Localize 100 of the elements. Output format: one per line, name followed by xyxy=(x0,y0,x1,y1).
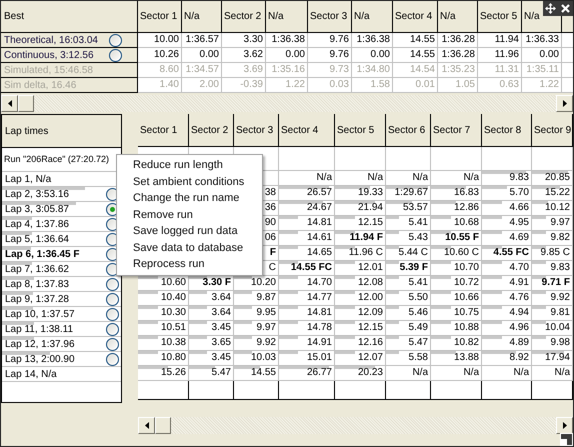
lap-label[interactable]: Lap 10, 1:37.57 xyxy=(5,306,75,322)
close-button[interactable] xyxy=(558,1,573,16)
table-cell: 14.78 xyxy=(279,321,335,336)
row-label: Sim delta, 16.46 xyxy=(4,78,76,92)
table-cell: 3.45 xyxy=(189,321,234,336)
radio-button[interactable] xyxy=(106,308,119,320)
table-cell: 1:36.38 xyxy=(266,33,308,48)
right-arrow-icon xyxy=(562,100,566,107)
table-cell: 11.96 C xyxy=(335,246,386,261)
lap-label[interactable]: Lap 1, N/a xyxy=(5,172,52,186)
lap-label[interactable]: Lap 4, 1:37.86 xyxy=(5,216,69,232)
table-cell: 4.94 xyxy=(482,306,532,321)
table-cell: 0.00 xyxy=(182,48,222,63)
lap-label[interactable]: Lap 3, 3:05.87 xyxy=(5,202,69,216)
table-cell: 1:36.33 xyxy=(522,33,562,48)
radio-button[interactable] xyxy=(106,278,119,290)
table-cell: 14.54 xyxy=(393,63,438,78)
lap-label[interactable]: Lap 9, 1:37.28 xyxy=(5,292,69,306)
scroll-left-button[interactable] xyxy=(138,417,155,434)
table-cell: 5.46 xyxy=(386,306,431,321)
scrollbar-thumb[interactable] xyxy=(18,95,34,112)
table-cell xyxy=(335,381,386,400)
lap-label[interactable]: Lap 2, 3:53.16 xyxy=(5,186,69,202)
table-cell: 3.45 xyxy=(189,351,234,366)
table-cell: 4.76 xyxy=(482,291,532,306)
table-cell: 14.91 xyxy=(279,336,335,351)
table-cell xyxy=(279,147,335,171)
table-cell: 11.94 F xyxy=(335,231,386,246)
table-cell: 12.00 xyxy=(335,291,386,306)
table-cell: 1:36.28 xyxy=(438,48,478,63)
table-cell: 4.91 xyxy=(482,276,532,291)
lap-label[interactable]: Lap 5, 1:36.64 xyxy=(5,232,69,246)
lap-label[interactable]: Lap 12, 1:37.96 xyxy=(5,336,75,352)
table-cell: 1:34.57 xyxy=(182,63,222,78)
radio-button[interactable] xyxy=(106,338,119,350)
table-cell: 0.00 xyxy=(266,48,308,63)
table-cell: 9.82 xyxy=(532,231,573,246)
move-button[interactable] xyxy=(543,1,558,16)
table-cell: 10.20 xyxy=(234,276,279,291)
radio-button[interactable] xyxy=(106,352,119,366)
close-icon xyxy=(561,4,570,13)
radio-button[interactable] xyxy=(109,48,122,62)
table-cell: 10.68 xyxy=(431,216,482,231)
lap-label[interactable]: Lap 11, 1:38.11 xyxy=(5,322,74,336)
lap-label[interactable]: Lap 8, 1:37.83 xyxy=(5,276,69,292)
table-cell: 10.51 xyxy=(138,321,189,336)
table-cell: 10.72 xyxy=(431,276,482,291)
table-cell xyxy=(335,147,386,171)
table-cell: 5.49 xyxy=(386,321,431,336)
radio-button[interactable] xyxy=(106,322,119,336)
table-cell: 17.94 xyxy=(532,351,573,366)
table-cell xyxy=(431,381,482,400)
scroll-left-button[interactable] xyxy=(1,95,18,112)
table-cell: 15.26 xyxy=(138,366,189,381)
table-cell: 9.71 F xyxy=(532,276,573,291)
table-cell: 4.95 xyxy=(482,216,532,231)
scroll-right-button[interactable] xyxy=(556,95,573,112)
table-cell: 0.00 xyxy=(522,48,562,63)
table-cell: 5.41 xyxy=(386,216,431,231)
table-cell: 10.70 xyxy=(431,261,482,276)
table-cell: 14.61 xyxy=(279,231,335,246)
table-cell: 14.55 xyxy=(393,48,438,63)
table-cell: 3.62 xyxy=(222,48,266,63)
table-cell: 9.95 xyxy=(234,306,279,321)
table-cell: 26.57 xyxy=(279,186,335,201)
table-cell: 10.88 xyxy=(431,321,482,336)
radio-button[interactable] xyxy=(109,34,122,46)
table-cell: 14.77 xyxy=(279,291,335,306)
table-cell: 5.39 F xyxy=(386,261,431,276)
lap-label[interactable]: Lap 14, N/a xyxy=(5,366,57,382)
table-cell: 1:35.23 xyxy=(438,63,478,78)
lap-label[interactable]: Lap 7, 1:36.62 xyxy=(5,262,69,276)
table-cell: 5.47 xyxy=(386,336,431,351)
radio-button[interactable] xyxy=(106,292,119,306)
table-cell: 10.66 xyxy=(431,291,482,306)
table-cell xyxy=(189,381,234,400)
table-cell: 2.00 xyxy=(182,78,222,93)
table-cell: 1:36.38 xyxy=(352,33,393,48)
lap-label[interactable]: Lap 6, 1:36.45 F xyxy=(5,246,80,262)
row-label: Continuous, 3:12.56 xyxy=(4,48,94,62)
table-cell xyxy=(138,381,189,400)
scroll-right-button[interactable] xyxy=(556,417,573,434)
table-cell: 1:36.57 xyxy=(182,33,222,48)
right-arrow-icon xyxy=(562,422,566,429)
table-cell: 0.03 xyxy=(308,78,352,93)
table-cell: 10.38 xyxy=(138,336,189,351)
table-cell: 14.70 xyxy=(279,276,335,291)
menu-item[interactable]: Reduce run length xyxy=(117,157,262,174)
lap-label[interactable]: Lap 13, 2:00.90 xyxy=(5,352,75,366)
table-cell: N/a xyxy=(431,366,482,381)
table-cell: 10.00 xyxy=(138,33,182,48)
table-cell: 10.60 xyxy=(138,276,189,291)
table-cell: 12.15 xyxy=(335,216,386,231)
table-cell: N/a xyxy=(335,171,386,186)
table-cell xyxy=(532,147,573,171)
table-cell: 10.04 xyxy=(532,321,573,336)
table-cell: 12.09 xyxy=(335,306,386,321)
resize-grip-icon[interactable] xyxy=(560,433,573,446)
run-label: Run "206Race" (27:20.72) xyxy=(4,152,109,166)
scrollbar-thumb[interactable] xyxy=(155,417,171,434)
